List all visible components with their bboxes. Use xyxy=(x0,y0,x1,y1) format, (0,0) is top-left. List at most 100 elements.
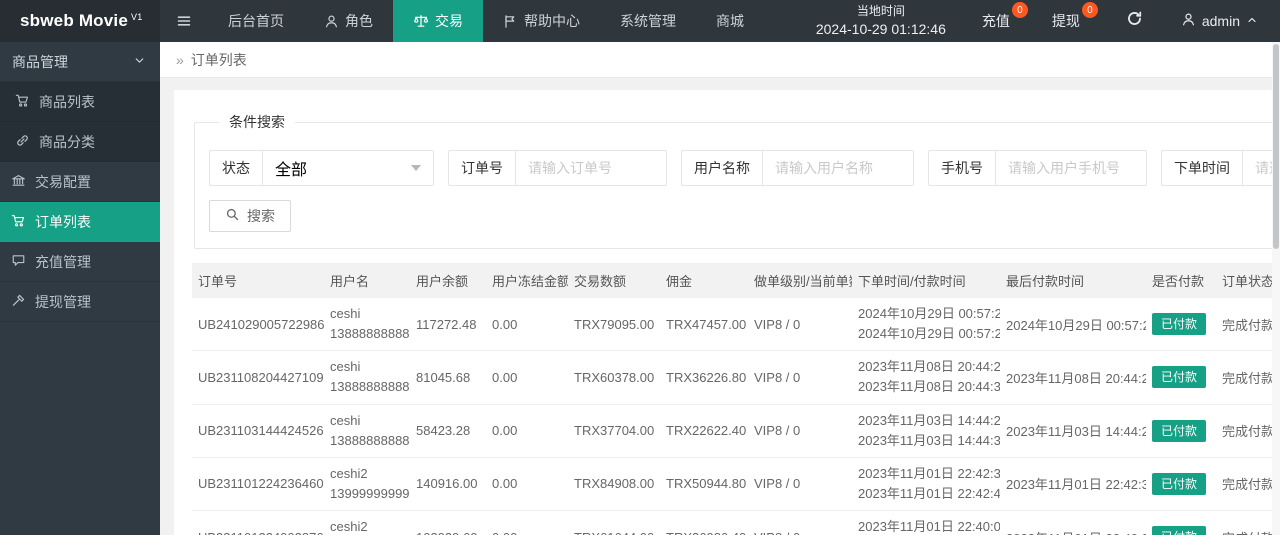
order-time-cell: 2023年11月08日 20:44:272023年11月08日 20:44:35 xyxy=(852,351,1000,404)
recharge-label: 充值 xyxy=(982,11,1010,31)
nav-item-1[interactable]: 角色 xyxy=(304,0,393,42)
column-header-0: 订单号 xyxy=(192,263,324,298)
order-time: 2023年11月08日 20:44:27 xyxy=(858,357,994,377)
nav-item-2[interactable]: 交易 xyxy=(393,0,483,42)
top-navbar: sbweb Movie V1 后台首页 角色 交易帮助中心系统管理商城 当地时间 2… xyxy=(0,0,1280,42)
sidebar-toggle-button[interactable] xyxy=(160,0,208,42)
last-pay-cell: 2024年10月29日 00:57:22 xyxy=(1000,298,1146,351)
commission-cell: TRX50944.80 xyxy=(660,457,748,510)
search-button[interactable]: 搜索 xyxy=(209,200,291,232)
sidebar-item-label: 商品分类 xyxy=(39,132,95,152)
order-time-cell: 2023年11月01日 22:40:022023年11月01日 22:40:52 xyxy=(852,511,1000,535)
column-header-3: 用户冻结金额 xyxy=(486,263,568,298)
column-header-9: 是否付款 xyxy=(1146,263,1216,298)
nav-item-3[interactable]: 帮助中心 xyxy=(483,0,600,42)
frozen-cell: 0.00 xyxy=(486,298,568,351)
main-content: » 订单列表 条件搜索 状态 全部 订单号 用户名称 xyxy=(160,42,1280,535)
phone-filter: 手机号 xyxy=(928,150,1147,186)
paid-cell: 已付款 xyxy=(1146,457,1216,510)
vertical-scrollbar[interactable] xyxy=(1272,42,1280,535)
sidebar-item-4[interactable]: 充值管理 xyxy=(0,242,160,282)
table-row: UB2311031444245261ceshi1388888888858423.… xyxy=(192,404,1274,457)
status-select[interactable]: 全部 xyxy=(263,151,433,185)
paid-cell: 已付款 xyxy=(1146,404,1216,457)
order-no-cell: UB2410290057229868 xyxy=(192,298,324,351)
user-cell: ceshi213999999999 xyxy=(324,457,410,510)
amount-cell: TRX61644.00 xyxy=(568,511,660,535)
balance-cell: 81045.68 xyxy=(410,351,486,404)
paid-status-badge: 已付款 xyxy=(1152,526,1206,535)
frozen-cell: 0.00 xyxy=(486,457,568,510)
paid-status-badge: 已付款 xyxy=(1152,313,1206,335)
refresh-button[interactable] xyxy=(1112,10,1157,32)
order-cart-icon xyxy=(11,213,26,231)
local-time-label: 当地时间 xyxy=(816,3,946,19)
withdraw-button[interactable]: 提现 0 xyxy=(1042,0,1090,42)
nav-item-label: 后台首页 xyxy=(228,11,284,31)
user-phone: 13999999999 xyxy=(330,484,404,504)
vip-level-cell: VIP8 / 0 xyxy=(748,457,852,510)
sidebar-item-0[interactable]: 商品列表 xyxy=(0,82,160,122)
breadcrumb-chevron: » xyxy=(176,52,184,68)
amount-cell: TRX79095.00 xyxy=(568,298,660,351)
username-label: 用户名称 xyxy=(682,151,763,185)
sidebar-item-2[interactable]: 交易配置 xyxy=(0,162,160,202)
phone-label: 手机号 xyxy=(929,151,996,185)
table-row: UB2311012240028768ceshi21399999999910392… xyxy=(192,511,1274,535)
recharge-count-badge: 0 xyxy=(1012,2,1028,18)
order-status-cell: 完成付款 xyxy=(1216,404,1274,457)
sidebar-items: 商品列表商品分类交易配置订单列表充值管理提现管理 xyxy=(0,82,160,322)
paid-status-badge: 已付款 xyxy=(1152,473,1206,495)
order-no-label: 订单号 xyxy=(449,151,516,185)
page-title: 订单列表 xyxy=(191,50,247,70)
balance-cell: 58423.28 xyxy=(410,404,486,457)
frozen-cell: 0.00 xyxy=(486,404,568,457)
app-logo: sbweb Movie V1 xyxy=(0,0,160,42)
local-time: 当地时间 2024-10-29 01:12:46 xyxy=(816,3,946,38)
column-header-8: 最后付款时间 xyxy=(1000,263,1146,298)
status-selected-value: 全部 xyxy=(275,156,307,180)
recharge-button[interactable]: 充值 0 xyxy=(972,0,1020,42)
search-icon xyxy=(225,207,240,225)
order-no-input[interactable] xyxy=(516,151,666,185)
bank-icon xyxy=(11,173,26,191)
orders-table: 订单号用户名用户余额用户冻结金额交易数额佣金做单级别/当前单数下单时间/付款时间… xyxy=(192,263,1274,535)
cart-icon xyxy=(15,93,30,111)
last-pay-cell: 2023年11月03日 14:44:24 xyxy=(1000,404,1146,457)
app-logo-version: V1 xyxy=(131,12,142,22)
paid-status-badge: 已付款 xyxy=(1152,366,1206,388)
user-name: ceshi xyxy=(330,304,404,324)
nav-item-4[interactable]: 系统管理 xyxy=(600,0,696,42)
local-time-value: 2024-10-29 01:12:46 xyxy=(816,20,946,39)
phone-input[interactable] xyxy=(996,151,1146,185)
sidebar-item-5[interactable]: 提现管理 xyxy=(0,282,160,322)
column-header-7: 下单时间/付款时间 xyxy=(852,263,1000,298)
nav-item-label: 角色 xyxy=(345,11,373,31)
table-row: UB2311082044271090ceshi1388888888881045.… xyxy=(192,351,1274,404)
nav-item-label: 商城 xyxy=(716,11,744,31)
scrollbar-thumb[interactable] xyxy=(1273,44,1279,249)
sidebar-item-3[interactable]: 订单列表 xyxy=(0,202,160,242)
order-no-cell: UB2311082044271090 xyxy=(192,351,324,404)
order-time-cell: 2023年11月01日 22:42:362023年11月01日 22:42:45 xyxy=(852,457,1000,510)
pay-time: 2023年11月03日 14:44:33 xyxy=(858,431,994,451)
admin-menu[interactable]: admin xyxy=(1171,12,1280,30)
commission-cell: TRX22622.40 xyxy=(660,404,748,457)
user-icon xyxy=(324,14,339,29)
order-status-cell: 完成付款 xyxy=(1216,457,1274,510)
username-input[interactable] xyxy=(763,151,913,185)
column-header-1: 用户名 xyxy=(324,263,410,298)
column-header-6: 做单级别/当前单数 xyxy=(748,263,852,298)
search-button-label: 搜索 xyxy=(247,206,275,226)
sidebar-item-1[interactable]: 商品分类 xyxy=(0,122,160,162)
nav-item-label: 交易 xyxy=(435,11,463,31)
navbar-right: 当地时间 2024-10-29 01:12:46 充值 0 提现 0 admin xyxy=(816,0,1280,42)
link-icon xyxy=(15,133,30,151)
sidebar-item-label: 商品列表 xyxy=(39,92,95,112)
paid-cell: 已付款 xyxy=(1146,511,1216,535)
nav-item-5[interactable]: 商城 xyxy=(696,0,764,42)
sidebar-group-goods[interactable]: 商品管理 xyxy=(0,42,160,82)
select-caret-icon xyxy=(411,165,421,171)
balance-cell: 103929.60 xyxy=(410,511,486,535)
nav-item-0[interactable]: 后台首页 xyxy=(208,0,304,42)
